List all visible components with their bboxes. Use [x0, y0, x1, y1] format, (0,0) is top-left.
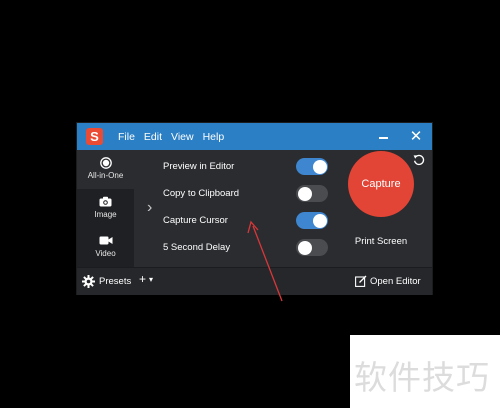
watermark-text: 软件技巧 — [354, 358, 490, 397]
